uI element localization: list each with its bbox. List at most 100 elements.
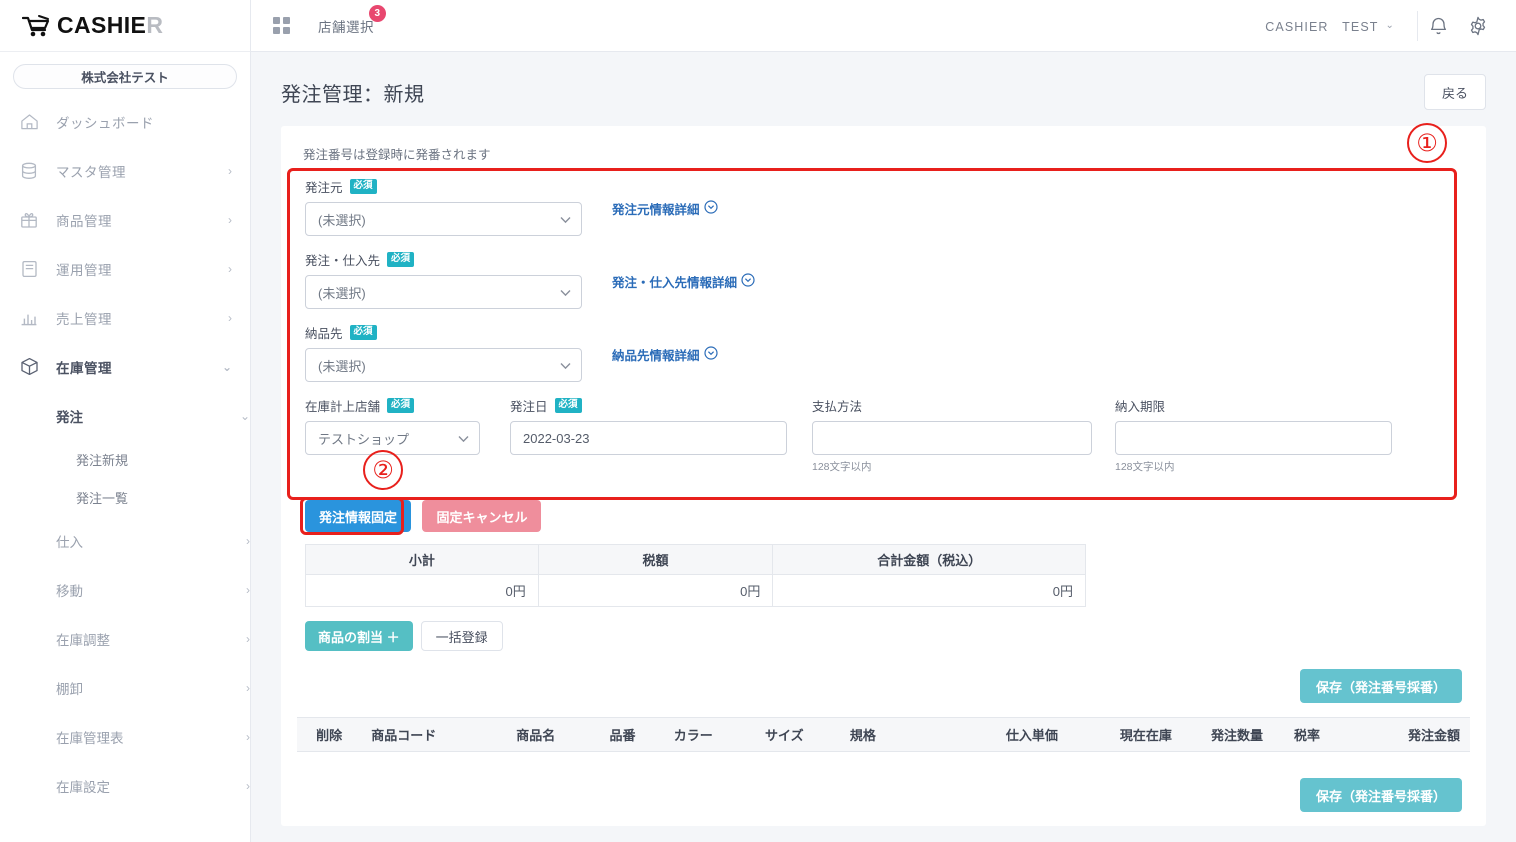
chevron-down-circle-icon	[703, 200, 718, 217]
chevron-right-icon: ›	[246, 778, 250, 793]
summary-table: 小計 税額 合計金額（税込） 0円 0円 0円	[305, 544, 1086, 607]
company-selector[interactable]: 株式会社テスト	[13, 64, 237, 89]
sidebar-item-product[interactable]: 商品管理 ›	[0, 195, 250, 244]
field-stock-shop: 在庫計上店舗 必須 テストショップ	[305, 396, 510, 455]
payment-help: 128文字以内	[812, 461, 872, 473]
fix-order-button[interactable]: 発注情報固定	[305, 500, 412, 532]
sidebar-item-stock-adjust[interactable]: 在庫調整 ›	[0, 614, 250, 663]
supplier-detail-label: 発注・仕入先情報詳細	[612, 276, 738, 290]
cancel-fix-button[interactable]: 固定キャンセル	[422, 500, 542, 532]
bell-icon[interactable]	[1418, 6, 1458, 46]
chevron-right-icon: ›	[246, 631, 250, 646]
col-order-amount: 発注金額	[1330, 717, 1470, 752]
delivery-select[interactable]: (未選択)	[305, 348, 582, 382]
back-button[interactable]: 戻る	[1424, 74, 1486, 110]
delivery-detail-label: 納品先情報詳細	[612, 349, 700, 363]
sidebar-item-stock-settings[interactable]: 在庫設定 ›	[0, 761, 250, 810]
home-icon	[18, 112, 40, 132]
order-number-hint: 発注番号は登録時に発番されます	[303, 148, 491, 162]
supplier-select[interactable]: (未選択)	[305, 275, 582, 309]
summary-value-subtotal: 0円	[305, 574, 539, 607]
sidebar-subgroup-label: 移動	[56, 583, 83, 599]
gear-icon[interactable]	[1458, 6, 1498, 46]
main-area: 店舗選択 3 CASHIER TEST ⌄ 発注管理：新規 戻る 発注番号は登録…	[251, 0, 1516, 842]
shop-selector[interactable]: 店舗選択 3	[318, 4, 386, 36]
sidebar-subgroup-label: 仕入	[56, 534, 83, 550]
order-form: 発注元 必須 (未選択) 発注元情報詳細 発注・仕入先 必須 (未選択) 発注・…	[297, 163, 1470, 484]
apps-grid-icon[interactable]	[273, 17, 290, 34]
summary-value-row: 0円 0円 0円	[305, 574, 1086, 607]
chevron-down-icon	[560, 358, 571, 373]
supplier-detail-link[interactable]: 発注・仕入先情報詳細	[612, 272, 755, 291]
assign-product-button[interactable]: 商品の割当 ＋	[305, 621, 413, 651]
orderer-select-value: (未選択)	[318, 212, 366, 228]
shopping-cart-icon	[21, 14, 52, 38]
field-orderer: 発注元 必須 (未選択) 発注元情報詳細	[305, 177, 1462, 236]
database-icon	[18, 161, 40, 181]
sidebar-subgroup-label: 発注	[56, 409, 83, 425]
summary-header-tax: 税額	[537, 544, 774, 575]
sidebar-item-inventory[interactable]: 在庫管理 ⌄	[0, 342, 250, 391]
summary-header-row: 小計 税額 合計金額（税込）	[305, 544, 1086, 575]
delivery-detail-link[interactable]: 納品先情報詳細	[612, 345, 718, 364]
save-bottom-button[interactable]: 保存（発注番号採番）	[1299, 778, 1462, 812]
company-name: 株式会社テスト	[81, 71, 169, 85]
field-order-date-label: 発注日 必須	[510, 396, 812, 415]
summary-value-tax: 0円	[537, 574, 774, 607]
chevron-right-icon: ›	[228, 261, 232, 276]
bar-chart-icon	[18, 308, 40, 328]
sidebar-item-master[interactable]: マスタ管理 ›	[0, 146, 250, 195]
label-text: 発注・仕入先	[305, 254, 381, 268]
order-date-input[interactable]: 2022-03-23	[510, 421, 787, 455]
chevron-right-icon: ›	[228, 310, 232, 325]
save-row-top: 保存（発注番号採番）	[297, 669, 1470, 703]
summary-header-subtotal: 小計	[305, 544, 539, 575]
brand-logo[interactable]: CASHIER	[0, 0, 250, 52]
sidebar-item-stock-report[interactable]: 在庫管理表 ›	[0, 712, 250, 761]
payment-input[interactable]	[812, 421, 1092, 455]
user-menu[interactable]: CASHIER TEST ⌄	[1265, 10, 1418, 41]
page-title: 発注管理：新規	[281, 83, 425, 106]
sidebar-item-label: ダッシュボード	[56, 115, 154, 131]
sidebar-item-label: 在庫管理	[56, 360, 112, 376]
sidebar-item-order-list[interactable]: 発注一覧	[0, 478, 250, 516]
sidebar-item-order-new[interactable]: 発注新規	[0, 440, 250, 478]
col-delete: 削除	[297, 717, 362, 752]
sidebar-item-label: 商品管理	[56, 213, 112, 229]
label-text: 支払方法	[812, 400, 863, 414]
gift-icon	[18, 210, 40, 230]
field-due-date: 納入期限 128文字以内	[1115, 396, 1405, 474]
required-badge: 必須	[387, 398, 415, 413]
sidebar: CASHIER 株式会社テスト ダッシュボード マスタ管理 › 商品管理 › 運…	[0, 0, 251, 842]
due-date-input[interactable]	[1115, 421, 1392, 455]
orderer-select[interactable]: (未選択)	[305, 202, 582, 236]
field-delivery: 納品先 必須 (未選択) 納品先情報詳細	[305, 323, 1462, 382]
orderer-detail-link[interactable]: 発注元情報詳細	[612, 199, 718, 218]
col-tax-rate: 税率	[1273, 717, 1330, 752]
field-stock-shop-label: 在庫計上店舗 必須	[305, 396, 510, 415]
sidebar-item-purchase[interactable]: 仕入 ›	[0, 516, 250, 565]
bulk-register-button[interactable]: 一括登録	[420, 621, 503, 651]
field-due-date-label: 納入期限	[1115, 396, 1405, 415]
save-top-button[interactable]: 保存（発注番号採番）	[1299, 669, 1462, 703]
chevron-down-circle-icon	[741, 273, 755, 290]
chevron-down-icon	[560, 285, 571, 300]
col-product-code: 商品コード	[361, 717, 507, 752]
sidebar-item-dashboard[interactable]: ダッシュボード	[0, 97, 250, 146]
product-table-wrap: 削除 商品コード 商品名 品番 カラー サイズ 規格 仕入単価 現在在庫 発注数…	[297, 717, 1470, 752]
stock-shop-select[interactable]: テストショップ	[305, 421, 480, 455]
sidebar-item-transfer[interactable]: 移動 ›	[0, 565, 250, 614]
sidebar-subgroup-order[interactable]: 発注 ⌄	[0, 391, 250, 440]
chevron-down-icon	[458, 431, 469, 446]
sidebar-item-label: 運用管理	[56, 262, 112, 278]
supplier-select-value: (未選択)	[318, 285, 366, 301]
chevron-right-icon: ›	[246, 582, 250, 597]
user-name: CASHIER TEST	[1265, 20, 1379, 34]
field-supplier: 発注・仕入先 必須 (未選択) 発注・仕入先情報詳細	[305, 250, 1462, 309]
label-text: 発注日	[510, 400, 548, 414]
sidebar-item-operation[interactable]: 運用管理 ›	[0, 244, 250, 293]
sidebar-item-sales[interactable]: 売上管理 ›	[0, 293, 250, 342]
sidebar-nav: ダッシュボード マスタ管理 › 商品管理 › 運用管理 › 売上管理 › 在庫管…	[0, 97, 250, 810]
sidebar-item-stocktaking[interactable]: 棚卸 ›	[0, 663, 250, 712]
box-icon	[18, 357, 40, 377]
